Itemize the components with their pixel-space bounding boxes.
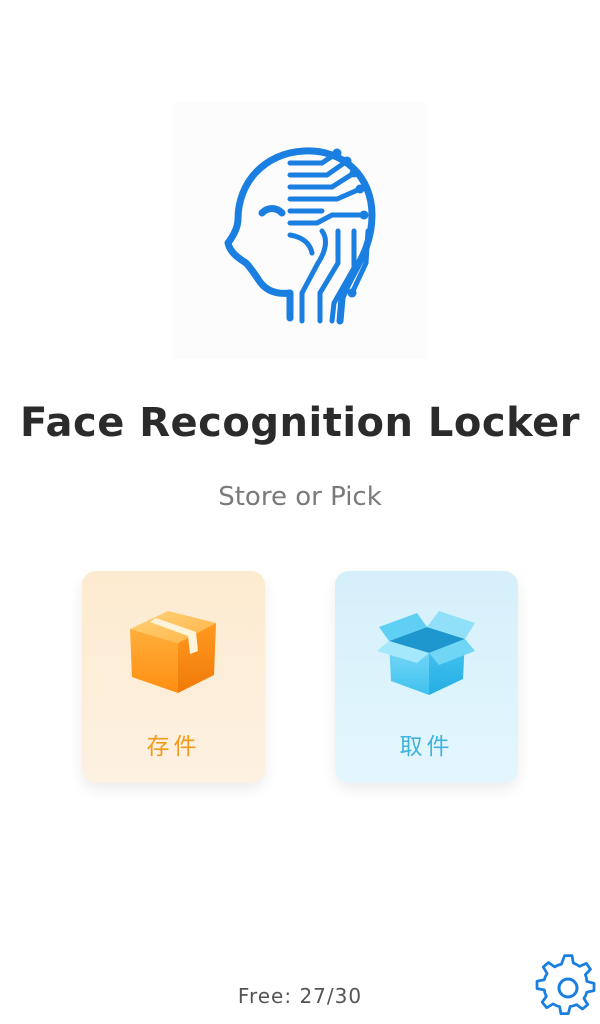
pick-button[interactable]: 取件	[335, 571, 518, 783]
settings-button[interactable]	[534, 954, 600, 1022]
gear-icon	[535, 954, 596, 1016]
store-label: 存件	[146, 734, 201, 760]
app-title: Face Recognition Locker	[20, 400, 580, 446]
free-slots-status: Free: 27/30	[237, 984, 363, 1008]
closed-box-icon	[130, 611, 216, 693]
store-button[interactable]: 存件	[82, 571, 265, 783]
open-box-icon	[377, 611, 475, 695]
page-subtitle: Store or Pick	[218, 482, 382, 512]
ai-head-circuit-icon	[224, 147, 376, 325]
pick-label: 取件	[399, 734, 454, 760]
main-screen: Face Recognition Locker Store or Pick 存件…	[0, 0, 600, 1024]
app-logo	[172, 103, 428, 359]
